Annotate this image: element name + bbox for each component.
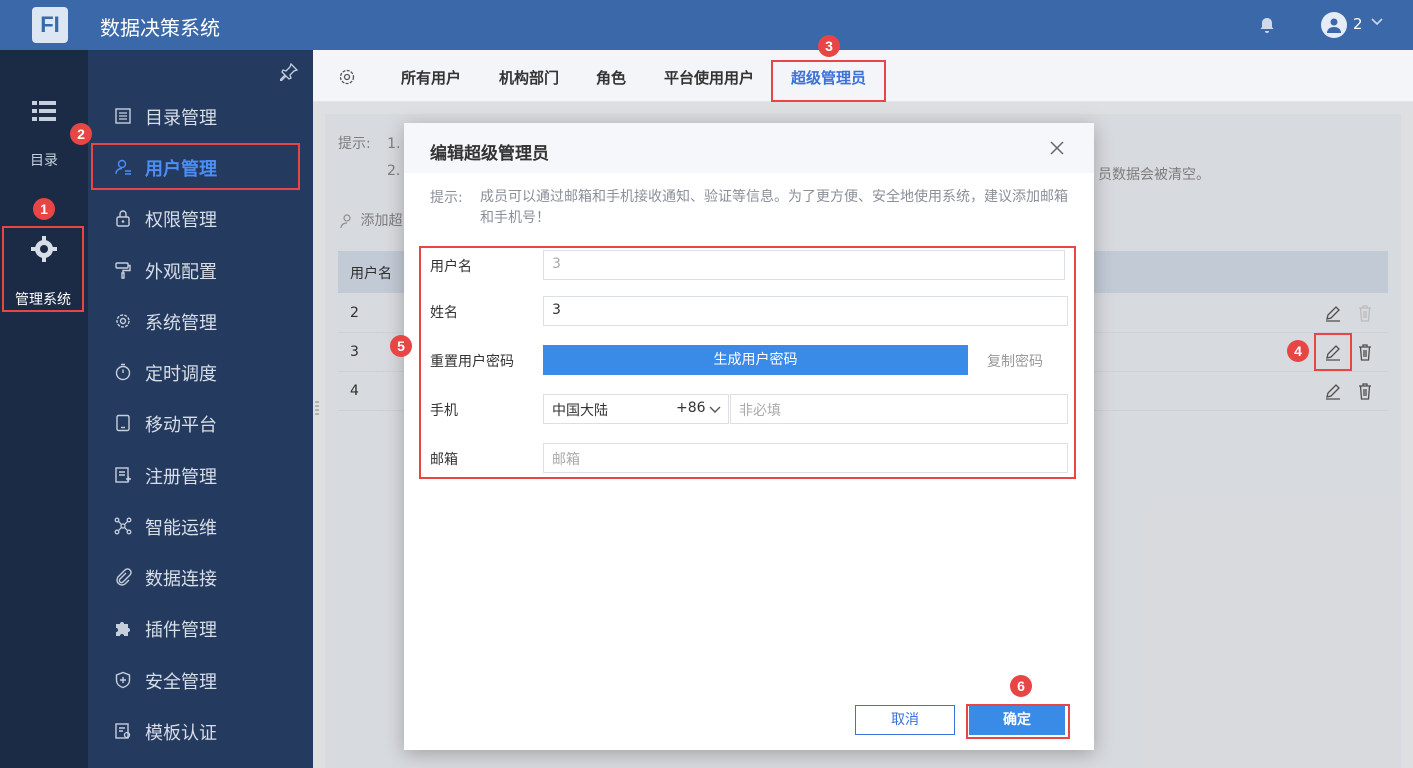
highlight-form-fields — [419, 246, 1076, 479]
chevron-down-icon[interactable] — [1370, 15, 1384, 29]
timer-icon — [115, 363, 131, 381]
highlight-user-manage — [91, 143, 300, 190]
paint-roller-icon — [115, 262, 131, 279]
network-icon — [114, 517, 132, 535]
highlight-super-admin-tab — [771, 60, 886, 102]
sidebar-item-label: 移动平台 — [145, 415, 217, 436]
sidebar-item-label: 模板认证 — [145, 723, 217, 744]
dialog-tip-text: 成员可以通过邮箱和手机接收通知、验证等信息。为了更方便、安全地使用系统，建议添加… — [480, 189, 1068, 226]
sidebar-item-template-cert[interactable]: 模板认证 — [88, 711, 313, 751]
sidebar-item-mobile[interactable]: 移动平台 — [88, 403, 313, 443]
rail-system-manage[interactable]: 管理系统 — [2, 226, 84, 312]
list-icon — [32, 101, 56, 121]
gear-icon — [116, 314, 130, 328]
sidebar-item-label: 权限管理 — [145, 210, 217, 231]
edit-super-admin-dialog: 编辑超级管理员 提示: 成员可以通过邮箱和手机接收通知、验证等信息。为了更方便、… — [404, 123, 1094, 750]
dialog-tip-label: 提示: — [430, 190, 463, 206]
step-marker-2: 2 — [70, 123, 92, 145]
sidebar-item-label: 外观配置 — [145, 262, 217, 283]
sidebar-item-catalog[interactable]: 目录管理 — [88, 96, 313, 136]
paperclip-icon — [116, 568, 132, 586]
top-bar: FI 数据决策系统 2 — [0, 0, 1413, 50]
sidebar-item-ops[interactable]: 智能运维 — [88, 506, 313, 546]
list-icon — [115, 108, 131, 124]
dialog-title: 编辑超级管理员 — [430, 144, 549, 164]
step-marker-4: 4 — [1287, 340, 1309, 362]
step-marker-3: 3 — [818, 35, 840, 57]
step-marker-6: 6 — [1010, 675, 1032, 697]
sidebar-item-security[interactable]: 安全管理 — [88, 660, 313, 700]
settings-gear-icon[interactable] — [338, 68, 356, 86]
tablet-icon — [116, 414, 130, 432]
app-title: 数据决策系统 — [100, 16, 220, 40]
sidebar-item-label: 智能运维 — [145, 518, 217, 539]
user-name[interactable]: 2 — [1353, 15, 1363, 33]
tab-roles[interactable]: 角色 — [596, 67, 626, 88]
sidebar-item-label: 目录管理 — [145, 108, 217, 129]
cancel-button[interactable]: 取消 — [855, 705, 955, 735]
highlight-edit-button — [1314, 333, 1352, 371]
close-icon[interactable] — [1049, 140, 1065, 156]
certificate-icon — [115, 723, 131, 739]
gear-icon — [31, 236, 57, 262]
app-logo-letter: FI — [40, 12, 60, 37]
tab-all-users[interactable]: 所有用户 — [401, 67, 461, 88]
sidebar-item-label: 定时调度 — [145, 364, 217, 385]
sidebar-item-plugins[interactable]: 插件管理 — [88, 608, 313, 648]
sidebar-item-data-connection[interactable]: 数据连接 — [88, 557, 313, 597]
tab-departments[interactable]: 机构部门 — [499, 67, 559, 88]
user-avatar-icon — [1327, 18, 1341, 33]
sidebar-item-permissions[interactable]: 权限管理 — [88, 198, 313, 238]
puzzle-icon — [116, 622, 130, 636]
shield-icon — [115, 671, 131, 689]
sidebar-item-label: 数据连接 — [145, 569, 217, 590]
bell-icon[interactable] — [1258, 16, 1276, 34]
lock-icon — [116, 210, 130, 227]
rail-catalog-label: 目录 — [30, 153, 58, 169]
sidebar-item-label: 注册管理 — [145, 467, 217, 488]
sidebar-item-label: 系统管理 — [145, 313, 217, 334]
sidebar-item-label: 插件管理 — [145, 620, 217, 641]
step-marker-1: 1 — [33, 198, 55, 220]
sidebar-item-system[interactable]: 系统管理 — [88, 301, 313, 341]
app-logo: FI — [32, 7, 68, 43]
dialog-header: 编辑超级管理员 — [404, 123, 1094, 173]
pin-icon[interactable] — [280, 63, 298, 81]
sidebar-item-appearance[interactable]: 外观配置 — [88, 250, 313, 290]
sidebar-item-register[interactable]: 注册管理 — [88, 455, 313, 495]
register-icon — [115, 467, 131, 483]
step-marker-5: 5 — [390, 335, 412, 357]
tab-platform-users[interactable]: 平台使用用户 — [664, 67, 754, 88]
sidebar-item-label: 安全管理 — [145, 672, 217, 693]
sidebar-item-schedule[interactable]: 定时调度 — [88, 352, 313, 392]
avatar[interactable] — [1321, 12, 1347, 38]
highlight-confirm-button — [966, 704, 1070, 739]
rail-system-label: 管理系统 — [15, 292, 71, 308]
